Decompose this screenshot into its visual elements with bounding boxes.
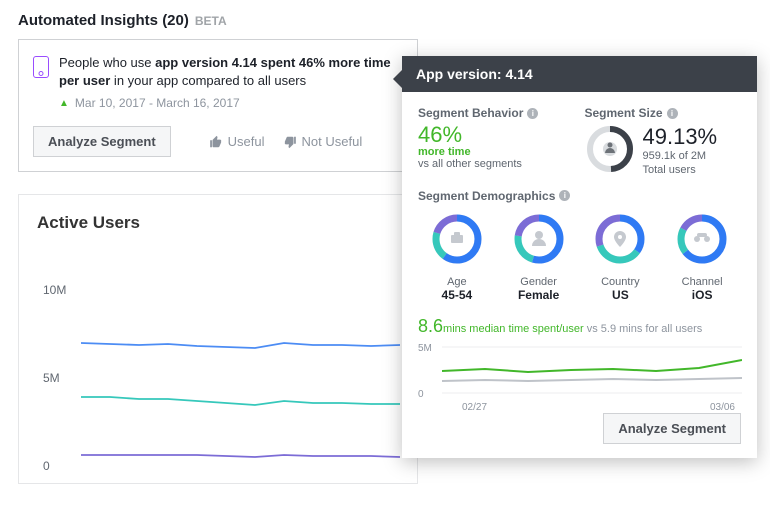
analyze-segment-button[interactable]: Analyze Segment (33, 126, 171, 157)
thumb-up-icon (209, 135, 223, 149)
insight-text: People who use app version 4.14 spent 46… (59, 54, 401, 90)
insight-date-range: ▲ Mar 10, 2017 - March 16, 2017 (59, 96, 401, 110)
demographics-label: Segment Demographicsi (418, 189, 741, 203)
chart-title: Active Users (37, 213, 413, 233)
phone-icon (33, 56, 49, 78)
mini-line-chart: 5M 0 02/27 03/06 (418, 341, 741, 413)
insights-header: Automated Insights (20) BETA (18, 12, 752, 29)
behavior-value: 46% (418, 124, 575, 146)
size-sub1: 959.1k of 2M (643, 150, 718, 163)
popover-analyze-segment-button[interactable]: Analyze Segment (603, 413, 741, 444)
donut-chart-icon (511, 211, 567, 267)
donut-chart-icon (592, 211, 648, 267)
donut-chart-icon (429, 211, 485, 267)
y-tick: 10M (43, 283, 66, 297)
y-tick: 0 (43, 459, 50, 473)
segment-popover: App version: 4.14 Segment Behaviori 46% … (402, 56, 757, 458)
trend-up-icon: ▲ (59, 98, 69, 109)
not-useful-button[interactable]: Not Useful (283, 134, 363, 149)
info-icon[interactable]: i (559, 190, 570, 201)
mini-chart-svg (442, 341, 742, 397)
mini-x-tick: 03/06 (710, 402, 735, 413)
popover-title: App version: 4.14 (402, 56, 757, 92)
thumb-down-icon (283, 135, 297, 149)
demo-channel: Channel iOS (663, 211, 741, 302)
active-users-chart: Active Users 10M 5M 0 (18, 194, 418, 484)
insights-title: Automated Insights (20) (18, 12, 189, 29)
behavior-label: Segment Behaviori (418, 106, 575, 120)
mini-y-tick: 0 (418, 389, 424, 400)
line-chart-svg (81, 261, 401, 471)
size-donut-icon (585, 124, 635, 174)
size-sub2: Total users (643, 164, 718, 177)
insight-card: People who use app version 4.14 spent 46… (18, 39, 418, 172)
mini-y-tick: 5M (418, 343, 432, 354)
size-label: Segment Sizei (585, 106, 742, 120)
useful-button[interactable]: Useful (209, 134, 265, 149)
info-icon[interactable]: i (667, 108, 678, 119)
median-time-row: 8.6mins median time spent/user vs 5.9 mi… (418, 316, 741, 337)
behavior-sub2: vs all other segments (418, 158, 575, 170)
size-percent: 49.13% (643, 124, 718, 150)
y-tick: 5M (43, 371, 60, 385)
donut-chart-icon (674, 211, 730, 267)
mini-x-tick: 02/27 (462, 402, 487, 413)
demo-age: Age 45-54 (418, 211, 496, 302)
beta-badge: BETA (195, 14, 227, 28)
info-icon[interactable]: i (527, 108, 538, 119)
demo-gender: Gender Female (500, 211, 578, 302)
demo-country: Country US (582, 211, 660, 302)
behavior-sub: more time (418, 146, 575, 158)
